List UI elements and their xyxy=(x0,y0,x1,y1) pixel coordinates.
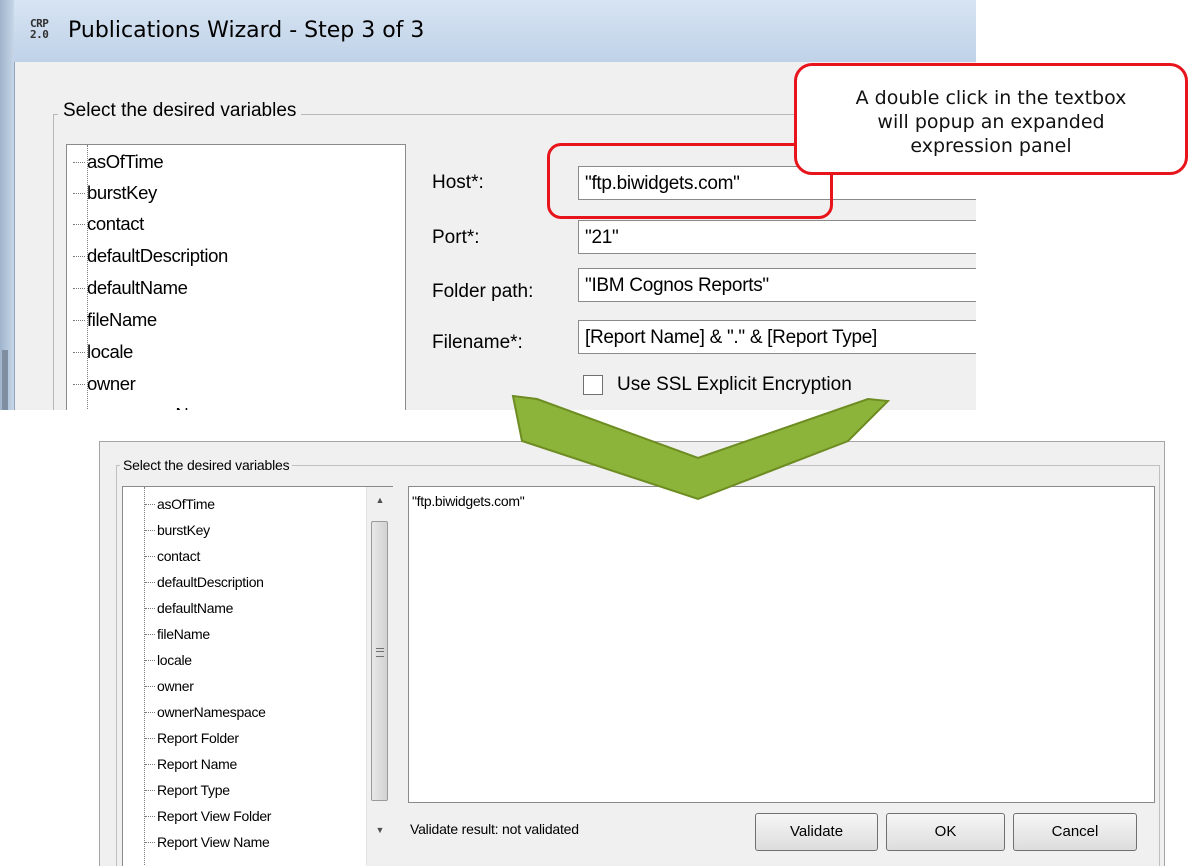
tree-item-defaultdescription[interactable]: defaultDescription xyxy=(145,569,264,595)
validate-button[interactable]: Validate xyxy=(755,813,878,851)
ssl-checkbox[interactable] xyxy=(583,375,603,395)
variables-tree[interactable]: asOfTime burstKey contact defaultDescrip… xyxy=(66,144,406,410)
tree-item-locale[interactable]: locale xyxy=(145,647,192,673)
tree-item-ownernamespace[interactable]: ownerNamespace xyxy=(145,699,266,725)
port-label: Port*: xyxy=(432,227,480,248)
validate-result-text: Validate result: not validated xyxy=(410,821,579,837)
tree-item-owner[interactable]: owner xyxy=(145,673,194,699)
host-label: Host*: xyxy=(432,172,484,193)
scroll-down-arrow-icon[interactable]: ▼ xyxy=(367,817,393,843)
logo-line-2: 2.0 xyxy=(30,28,49,41)
callout-line-2: will popup an expanded xyxy=(877,111,1105,133)
window-title: Publications Wizard - Step 3 of 3 xyxy=(68,18,425,43)
tree-item-defaultname[interactable]: defaultName xyxy=(144,595,233,621)
callout-note: A double click in the textbox will popup… xyxy=(794,63,1188,175)
tree-item-contact[interactable]: contact xyxy=(73,209,144,239)
tree-item-report-folder[interactable]: Report Folder xyxy=(145,725,239,751)
publications-wizard-window: CRP 2.0 Publications Wizard - Step 3 of … xyxy=(0,0,976,410)
scroll-thumb[interactable] xyxy=(371,521,388,801)
tree-item-report-view-name[interactable]: Report View Name xyxy=(144,829,270,855)
expanded-group-label: Select the desired variables xyxy=(120,457,293,473)
tree-item-contact[interactable]: contact xyxy=(144,543,200,569)
scroll-up-arrow-icon[interactable]: ▲ xyxy=(367,487,393,513)
folder-path-label: Folder path: xyxy=(432,281,534,302)
window-edge-shade xyxy=(2,350,8,410)
filename-input[interactable]: [Report Name] & "." & [Report Type] xyxy=(578,320,976,354)
tree-item-owner[interactable]: owner xyxy=(72,369,136,399)
window-left-edge xyxy=(0,0,14,410)
tree-item-defaultname[interactable]: defaultName xyxy=(73,273,188,303)
scroll-grip-icon xyxy=(376,648,384,657)
port-input[interactable]: "21" xyxy=(578,220,976,254)
filename-label: Filename*: xyxy=(432,332,523,353)
folder-path-input[interactable]: "IBM Cognos Reports" xyxy=(578,268,976,302)
tree-item-asoftime[interactable]: asOfTime xyxy=(72,147,164,177)
host-highlight-box xyxy=(547,143,833,219)
ok-button[interactable]: OK xyxy=(886,813,1005,851)
tree-scrollbar[interactable]: ▲ ▼ xyxy=(366,487,393,866)
callout-line-1: A double click in the textbox xyxy=(855,87,1127,109)
tree-item-ownernamespace-partial[interactable]: ownerN xyxy=(127,400,189,410)
title-bar: CRP 2.0 Publications Wizard - Step 3 of … xyxy=(14,0,976,62)
expression-textarea[interactable]: "ftp.biwidgets.com" xyxy=(408,486,1155,803)
tree-connector-line xyxy=(144,487,145,866)
ssl-checkbox-label[interactable]: Use SSL Explicit Encryption xyxy=(617,374,852,396)
tree-item-burstkey[interactable]: burstKey xyxy=(73,178,157,208)
crp-logo-icon: CRP 2.0 xyxy=(30,18,60,40)
tree-item-locale[interactable]: locale xyxy=(73,337,133,367)
tree-item-filename[interactable]: fileName xyxy=(145,621,210,647)
variables-group-label: Select the desired variables xyxy=(58,100,302,122)
cancel-button[interactable]: Cancel xyxy=(1013,813,1137,851)
tree-item-report-view-folder[interactable]: Report View Folder xyxy=(144,803,271,829)
tree-item-asoftime[interactable]: asOfTime xyxy=(145,491,215,517)
expanded-variables-tree[interactable]: asOfTime burstKey contact defaultDescrip… xyxy=(122,486,393,866)
tree-item-burstkey[interactable]: burstKey xyxy=(145,517,210,543)
tree-item-report-name[interactable]: Report Name xyxy=(145,751,237,777)
tree-item-filename[interactable]: fileName xyxy=(73,305,157,335)
callout-line-3: expression panel xyxy=(910,135,1072,157)
tree-item-report-type[interactable]: Report Type xyxy=(145,777,230,803)
tree-item-defaultdescription[interactable]: defaultDescription xyxy=(73,241,228,271)
